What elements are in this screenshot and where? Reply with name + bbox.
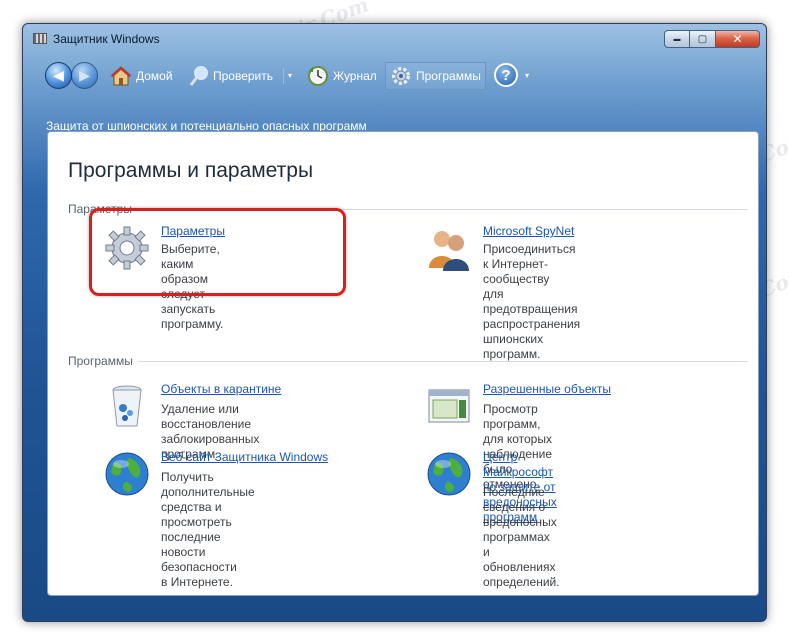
home-label: Домой [136,69,173,83]
recycle-bin-icon [112,385,142,427]
quarantine-link[interactable]: Объекты в карантине [161,382,281,397]
minimize-icon: ▬ [673,35,681,43]
toolbar-separator [283,68,284,84]
scan-dropdown-arrow[interactable]: ▾ [288,71,292,80]
arrow-left-icon: ◀ [53,67,64,83]
page-title: Программы и параметры [68,159,314,182]
tools-button[interactable]: Программы [385,62,486,90]
minimize-button[interactable]: ▬ [664,30,690,48]
back-button[interactable]: ◀ [45,62,72,89]
history-clock-icon [308,66,328,86]
history-button[interactable]: Журнал [307,64,377,88]
history-label: Журнал [333,69,377,83]
section-programs-header: Программы [68,354,133,368]
window-controls: ▬ ▢ ✕ [664,30,760,48]
close-icon: ✕ [732,32,743,46]
globe-icon [105,452,149,496]
magnifier-icon [189,66,208,86]
gear-icon [392,67,410,85]
toolbar: ◀ ▶ Домой Проверить ▾ Журнал Программы ?… [23,60,766,92]
arrow-right-icon: ▶ [79,67,90,83]
home-icon [110,66,132,86]
maximize-button[interactable]: ▢ [690,30,716,48]
home-button[interactable]: Домой [110,64,173,88]
help-dropdown-arrow[interactable]: ▾ [525,71,529,80]
scan-button[interactable]: Проверить [189,64,273,88]
maximize-icon: ▢ [697,33,708,45]
people-icon [429,231,469,271]
scan-label: Проверить [213,69,274,83]
allowed-window-icon [428,389,470,423]
app-icon [33,33,47,44]
defender-website-link[interactable]: Веб-сайт Защитника Windows [161,450,328,465]
help-button[interactable]: ? [494,63,518,87]
malware-center-description: Последние сведения о вредоносных програм… [483,485,560,589]
spynet-description: Присоединиться к Интернет-сообществу для… [483,242,581,361]
close-button[interactable]: ✕ [716,30,760,48]
allowed-items-link[interactable]: Разрешенные объекты [483,382,611,397]
defender-window: Защитник Windows ▬ ▢ ✕ ◀ ▶ Домой Провери… [22,23,767,622]
help-icon: ? [501,66,511,84]
section-divider [138,361,748,362]
highlight-box [89,208,346,296]
window-title: Защитник Windows [53,32,160,46]
spynet-link[interactable]: Microsoft SpyNet [483,224,574,239]
titlebar[interactable]: Защитник Windows ▬ ▢ ✕ [23,24,766,54]
tools-label: Программы [416,69,481,83]
globe-icon [427,452,471,496]
defender-website-description: Получить дополнительные средства и просм… [161,470,255,589]
forward-button[interactable]: ▶ [71,62,98,89]
content-panel: Программы и параметры Параметры Параметр… [47,131,759,596]
